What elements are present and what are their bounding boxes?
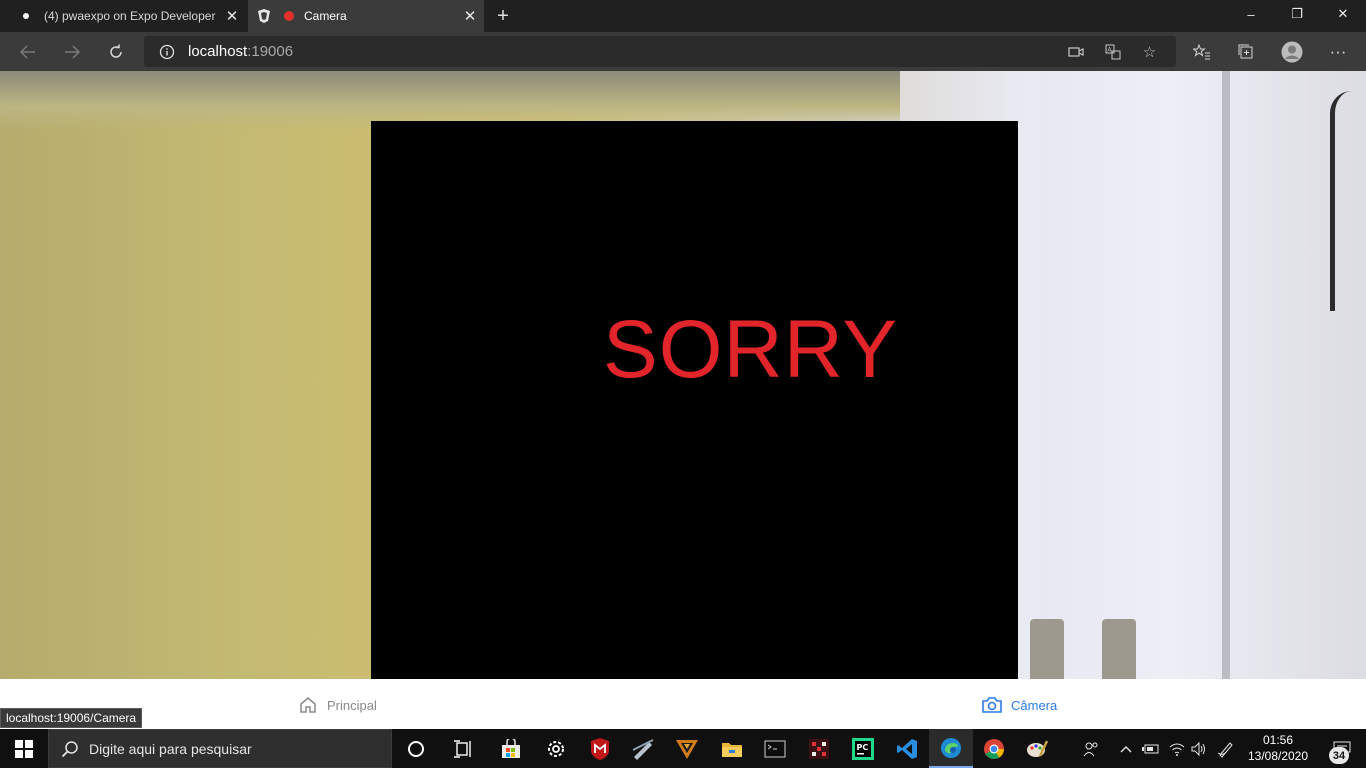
home-icon [297,694,319,716]
page-viewport: SORRY Principal Câmera localhost:19006/C… [0,71,1366,729]
back-button[interactable] [12,36,44,68]
volume-icon[interactable] [1188,729,1210,768]
favorites-icon[interactable] [1186,36,1218,68]
people-icon[interactable] [1078,729,1104,768]
taskbar-search-box[interactable]: Digite aqui para pesquisar [48,729,392,768]
camera-feed-cabinet [1040,71,1366,679]
favorite-star-icon[interactable]: ☆ [1131,43,1168,61]
file-explorer-icon[interactable] [710,729,754,768]
address-bar-icons: A ☆ [1057,36,1168,67]
camera-feed-cabinet-edge [1222,71,1230,679]
translate-icon[interactable]: A [1094,43,1131,61]
react-favicon-icon [256,8,272,24]
browser-toolbar: localhost:19006 A ☆ ··· [0,32,1366,71]
clock-time: 01:56 [1262,733,1294,747]
chrome-icon[interactable] [972,729,1016,768]
tab-camera[interactable]: Camera ✕ [248,0,484,32]
error-message: SORRY [603,304,899,395]
game-app-icon[interactable] [665,729,709,768]
tab-close-icon[interactable]: ✕ [456,2,484,30]
more-options-icon[interactable]: ··· [1322,36,1354,68]
forward-button[interactable] [56,36,88,68]
tab-label: Câmera [1011,697,1058,713]
window-controls: – ❐ ✕ [1228,0,1366,28]
settings-gear-icon[interactable] [534,729,578,768]
camera-error-panel: SORRY [371,121,1018,682]
taskbar-clock[interactable]: 01:56 13/08/2020 [1246,732,1310,764]
site-info-icon[interactable] [152,36,182,67]
url-host: localhost [188,43,248,60]
puzzle-app-icon[interactable] [797,729,841,768]
notification-count-badge: 34 [1329,747,1349,764]
mcafee-icon[interactable] [578,729,622,768]
link-status-tooltip: localhost:19006/Camera [0,708,143,728]
terminal-icon[interactable] [753,729,797,768]
tab-close-icon[interactable]: ✕ [218,2,246,30]
clock-date: 13/08/2020 [1247,749,1309,763]
tab-title: (4) pwaexpo on Expo Developer [44,9,216,23]
profile-avatar-icon[interactable] [1276,36,1308,68]
camera-feed-handle [1030,619,1064,679]
close-window-button[interactable]: ✕ [1320,0,1366,28]
paint-icon[interactable] [1015,729,1059,768]
battery-icon[interactable] [1140,729,1162,768]
vscode-icon[interactable] [885,729,929,768]
task-view-icon[interactable] [441,729,485,768]
collections-icon[interactable] [1230,36,1262,68]
tab-camera-nav[interactable]: Câmera [981,693,1057,717]
windows-taskbar: Digite aqui para pesquisar PC 01:56 13/0… [0,729,1366,768]
expo-favicon-icon [18,8,34,24]
show-hidden-icons-chevron-icon[interactable] [1116,729,1136,768]
address-bar[interactable]: localhost:19006 A ☆ [144,36,1176,67]
browser-tab-strip: (4) pwaexpo on Expo Developer ✕ Camera ✕… [0,0,1366,32]
start-button[interactable] [0,729,48,768]
url-text: localhost:19006 [188,43,293,60]
svg-text:PC: PC [857,743,869,752]
tab-title: Camera [304,9,347,23]
camera-feed-cable [1330,91,1352,311]
minimize-button[interactable]: – [1228,0,1274,28]
tab-principal[interactable]: Principal [297,693,377,717]
camera-in-use-icon[interactable] [1057,46,1094,58]
search-placeholder: Digite aqui para pesquisar [89,740,252,757]
camera-feed-handle [1102,619,1136,679]
wifi-icon[interactable] [1166,729,1188,768]
new-tab-button[interactable]: + [490,2,516,30]
pycharm-icon[interactable]: PC [841,729,885,768]
pen-workspace-icon[interactable] [1214,729,1238,768]
tab-label: Principal [327,697,377,713]
edge-browser-icon[interactable] [929,729,973,768]
cortana-icon[interactable] [394,729,438,768]
url-port: :19006 [247,43,294,60]
pen-app-icon[interactable] [621,729,665,768]
windows-logo-icon [15,739,33,758]
refresh-button[interactable] [100,36,132,68]
recording-indicator-icon [284,11,294,21]
microsoft-store-icon[interactable] [489,729,533,768]
tab-expo-developer[interactable]: (4) pwaexpo on Expo Developer ✕ [10,0,246,32]
restore-button[interactable]: ❐ [1274,0,1320,28]
search-icon [61,740,81,758]
camera-icon [981,694,1003,716]
bottom-tab-bar: Principal Câmera [0,679,1366,729]
